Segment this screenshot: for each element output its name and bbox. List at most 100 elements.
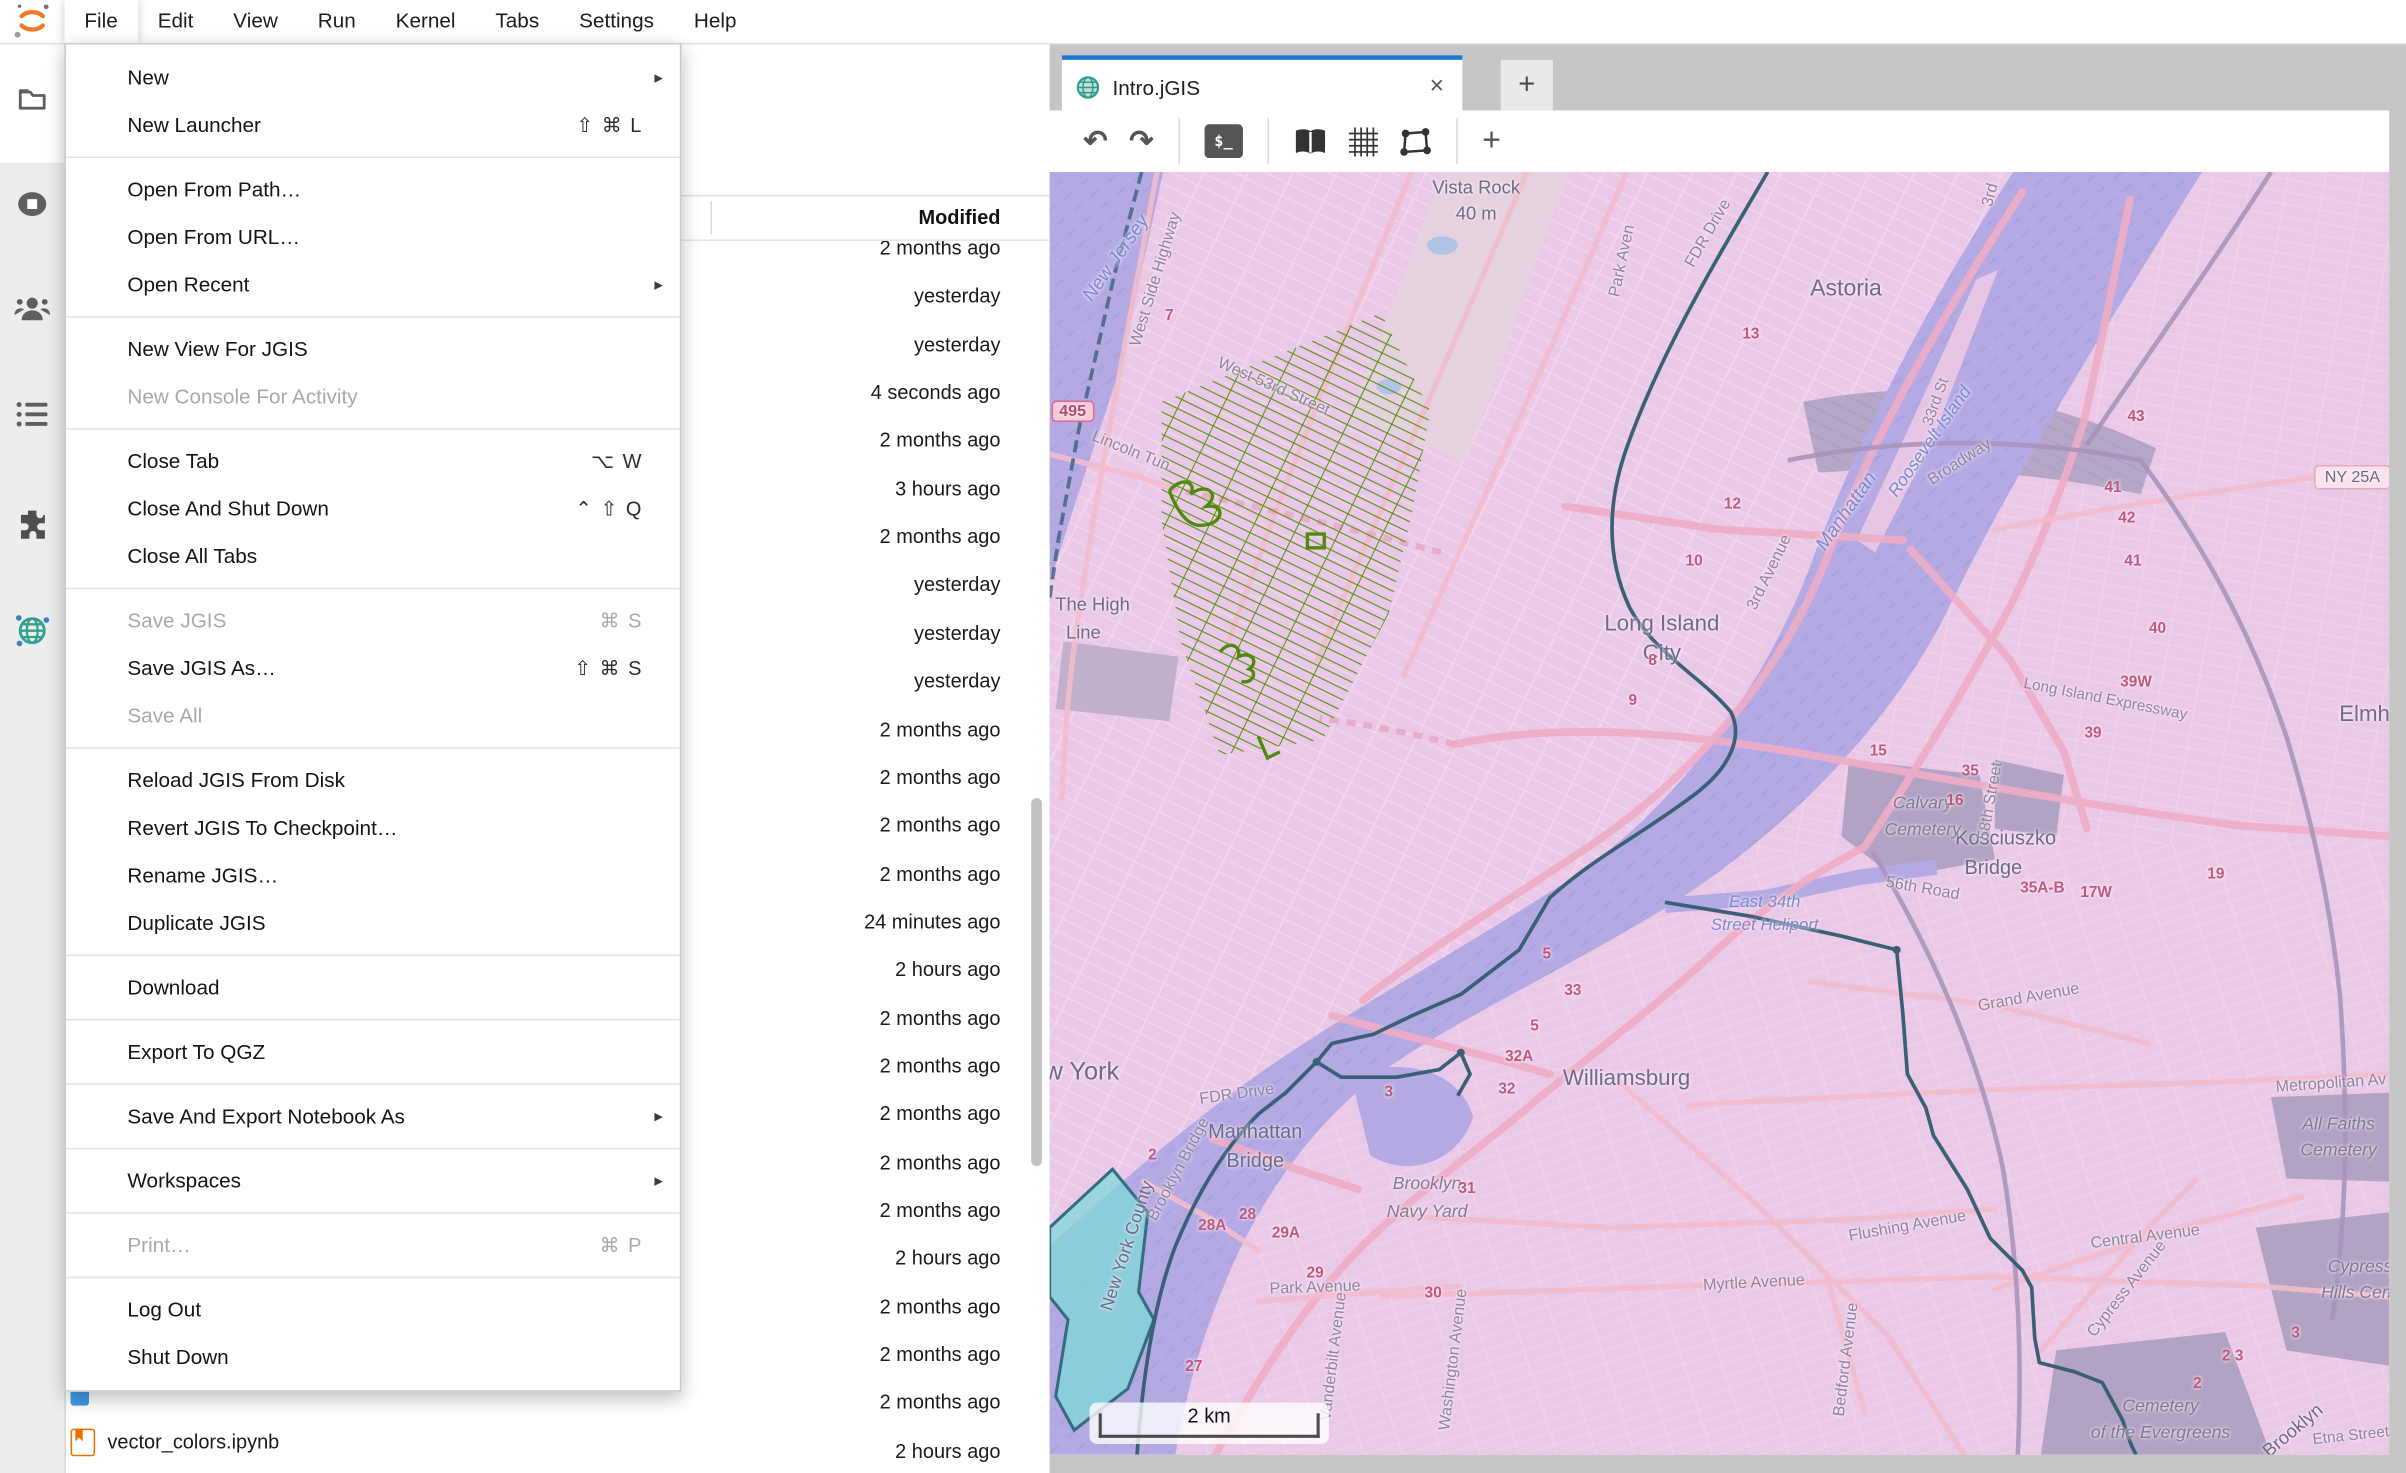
menu-tabs[interactable]: Tabs — [475, 0, 559, 43]
tab-close-icon[interactable]: × — [1430, 75, 1444, 100]
file-menu-item-save-jgis: Save JGIS⌘ S — [66, 597, 680, 645]
file-list-scrollbar[interactable] — [1031, 798, 1042, 1166]
file-menu-item-new[interactable]: New▸ — [66, 54, 680, 102]
menu-shortcut: ⌥ W — [591, 449, 643, 474]
jupyterlab-app: 2 months agoyesterdayyesterday4 seconds … — [0, 0, 2406, 1473]
menu-run[interactable]: Run — [298, 0, 376, 43]
map-label-29: 29 — [1307, 1265, 1324, 1282]
map-label-5: 5 — [1530, 1018, 1539, 1035]
map-label-navy-yard: Navy Yard — [1387, 1203, 1468, 1221]
panel-edge-right — [2389, 43, 2406, 1473]
menu-edit[interactable]: Edit — [138, 0, 214, 43]
add-layer-icon[interactable]: + — [1482, 123, 1501, 160]
map-label-30: 30 — [1425, 1285, 1442, 1302]
file-name[interactable]: vector_colors.ipynb — [107, 1430, 279, 1453]
map-label-kosciuszko: Kosciuszko — [1955, 826, 2056, 849]
file-menu-item-new-console-for-activity: New Console For Activity — [66, 373, 680, 421]
map-label-12: 12 — [1724, 496, 1741, 513]
list-icon — [15, 401, 49, 429]
map-label-cemetery: Cemetery — [1884, 821, 1961, 839]
file-menu-item-open-recent[interactable]: Open Recent▸ — [66, 261, 680, 309]
menu-kernel[interactable]: Kernel — [376, 0, 476, 43]
map-label-43: 43 — [2127, 409, 2144, 426]
map-label-28: 28 — [1239, 1207, 1256, 1224]
map-label-manhattan: Manhattan — [1208, 1119, 1302, 1142]
map-label-long-island: Long Island — [1604, 612, 1719, 637]
map-label-of-the-evergreens: of the Evergreens — [2091, 1424, 2230, 1442]
file-menu-item-open-from-url[interactable]: Open From URL… — [66, 213, 680, 261]
map-label-10: 10 — [1686, 553, 1703, 570]
map-label-the-high: The High — [1055, 594, 1130, 615]
users-icon — [14, 293, 51, 324]
file-menu-item-workspaces[interactable]: Workspaces▸ — [66, 1157, 680, 1205]
sidebar-item-collaboration[interactable] — [0, 293, 64, 324]
map-label-w-york: w York — [1050, 1058, 1120, 1087]
file-menu-item-new-view-for-jgis[interactable]: New View For JGIS — [66, 325, 680, 373]
jgis-toolbar: ↶ ↷ $_ + — [1050, 110, 2390, 171]
file-menu-item-reload-jgis-from-disk[interactable]: Reload JGIS From Disk — [66, 757, 680, 805]
polygon-select-icon[interactable] — [1399, 127, 1431, 156]
map-label-13: 13 — [1742, 326, 1759, 343]
menu-divider — [66, 420, 680, 437]
toolbar-separator — [1178, 118, 1180, 164]
menu-shortcut: ⌘ P — [600, 1233, 643, 1258]
file-menu-item-duplicate-jgis[interactable]: Duplicate JGIS — [66, 899, 680, 947]
menu-shortcut: ⇧ ⌘ S — [574, 656, 643, 681]
redo-icon[interactable]: ↷ — [1129, 124, 1153, 159]
map-label-42: 42 — [2118, 510, 2135, 527]
file-menu-item-rename-jgis[interactable]: Rename JGIS… — [66, 852, 680, 900]
menu-divider — [66, 308, 680, 325]
map-label-15: 15 — [1870, 743, 1887, 760]
file-menu-item-close-tab[interactable]: Close Tab⌥ W — [66, 437, 680, 485]
map-label-495: 495 — [1051, 401, 1093, 422]
file-menu-item-save-all: Save All — [66, 692, 680, 740]
undo-icon[interactable]: ↶ — [1083, 124, 1107, 159]
file-menu-item-download[interactable]: Download — [66, 964, 680, 1012]
file-menu-item-shut-down[interactable]: Shut Down — [66, 1333, 680, 1381]
map-label-27: 27 — [1185, 1359, 1202, 1376]
map-label-40: 40 — [2149, 621, 2166, 638]
file-menu-item-new-launcher[interactable]: New Launcher⇧ ⌘ L — [66, 101, 680, 149]
file-menu-item-close-and-shut-down[interactable]: Close And Shut Down⌃ ⇧ Q — [66, 485, 680, 533]
menu-settings[interactable]: Settings — [559, 0, 674, 43]
console-icon[interactable]: $_ — [1204, 124, 1242, 158]
file-menu-item-open-from-path[interactable]: Open From Path… — [66, 166, 680, 214]
file-row-vector-colors[interactable]: vector_colors.ipynb — [64, 1418, 1049, 1466]
menu-file[interactable]: File — [64, 0, 137, 43]
map-label-2-3: 2 3 — [2222, 1348, 2243, 1365]
map-label-41: 41 — [2124, 553, 2141, 570]
new-tab-button[interactable]: + — [1501, 60, 1553, 111]
sidebar-item-filebrowser[interactable] — [0, 83, 64, 117]
map-label-williamsburg: Williamsburg — [1563, 1066, 1690, 1091]
menu-view[interactable]: View — [213, 0, 297, 43]
menu-help[interactable]: Help — [674, 0, 757, 43]
map-canvas[interactable]: AstoriaLong IslandCityWilliamsburgw York… — [1050, 172, 2390, 1455]
file-menu-item-log-out[interactable]: Log Out — [66, 1286, 680, 1334]
file-menu-item-revert-jgis-to-checkpoint[interactable]: Revert JGIS To Checkpoint… — [66, 804, 680, 852]
modified-column-header[interactable]: Modified — [918, 196, 1000, 239]
map-label-19: 19 — [2207, 866, 2224, 883]
panel-edge-bottom — [1050, 1455, 2406, 1473]
file-menu-item-export-to-qgz[interactable]: Export To QGZ — [66, 1028, 680, 1076]
map-svg — [1050, 172, 2390, 1455]
tab-intro-jgis[interactable]: Intro.jGIS × — [1062, 55, 1463, 115]
map-label-39: 39 — [2085, 725, 2102, 742]
menu-divider — [66, 1076, 680, 1093]
submenu-arrow-icon: ▸ — [654, 275, 662, 295]
file-menu-item-close-all-tabs[interactable]: Close All Tabs — [66, 532, 680, 580]
map-label-astoria: Astoria — [1810, 275, 1882, 301]
menu-divider — [66, 1205, 680, 1222]
identify-book-icon[interactable] — [1293, 128, 1327, 154]
sidebar-item-toc[interactable] — [0, 401, 64, 429]
menu-shortcut: ⌃ ⇧ Q — [575, 496, 643, 521]
map-label-29a: 29A — [1272, 1225, 1300, 1242]
sidebar-item-jgis[interactable] — [0, 612, 64, 649]
sidebar-item-extensions[interactable] — [0, 506, 64, 540]
sidebar-item-running[interactable] — [0, 187, 64, 221]
menu-divider — [66, 580, 680, 597]
scale-bar-bracket — [1099, 1413, 1320, 1438]
grid-icon[interactable] — [1349, 127, 1378, 156]
file-menu: New▸New Launcher⇧ ⌘ LOpen From Path…Open… — [64, 43, 681, 1392]
file-menu-item-save-and-export-notebook-as[interactable]: Save And Export Notebook As▸ — [66, 1093, 680, 1141]
file-menu-item-save-jgis-as[interactable]: Save JGIS As…⇧ ⌘ S — [66, 644, 680, 692]
